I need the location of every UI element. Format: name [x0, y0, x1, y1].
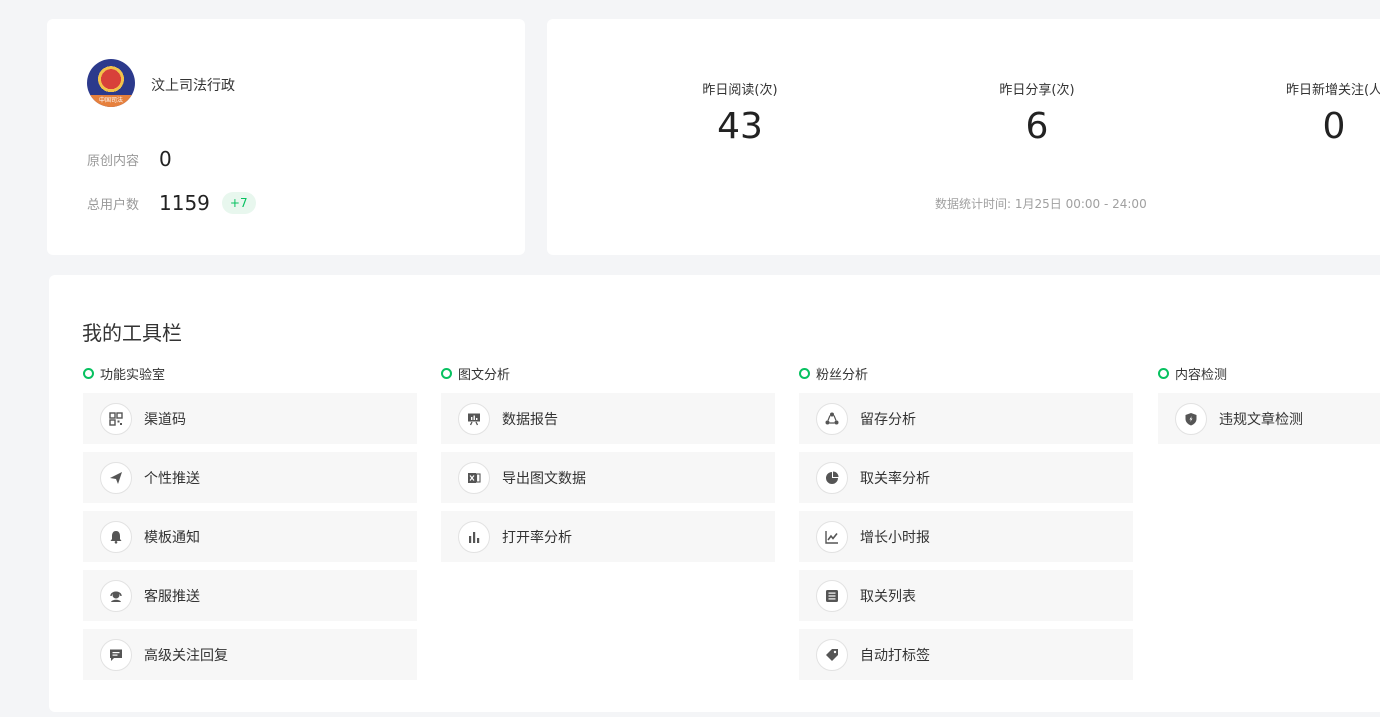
tool-label: 留存分析 — [860, 411, 916, 428]
total-users-value: 1159 — [159, 191, 210, 215]
tool-group-title: 功能实验室 — [100, 367, 166, 383]
tool-export-article-data[interactable]: 导出图文数据 — [441, 452, 775, 503]
tool-label: 增长小时报 — [860, 529, 930, 546]
group-dot-icon — [1158, 367, 1169, 379]
tool-label: 取关列表 — [860, 588, 916, 605]
stat-reads-value: 43 — [717, 106, 763, 147]
tool-retention-analysis[interactable]: 留存分析 — [799, 393, 1133, 444]
group-dot-icon — [799, 367, 810, 379]
group-dot-icon — [83, 367, 94, 379]
stat-shares: 昨日分享(次) 6 — [937, 79, 1137, 147]
pie-chart-icon — [816, 461, 848, 494]
stats-time-note: 数据统计时间: 1月25日 00:00 - 24:00 — [935, 197, 1147, 211]
tool-channel-code[interactable]: 渠道码 — [83, 393, 417, 444]
original-content-metric: 原创内容 0 — [87, 147, 172, 171]
toolbar-title: 我的工具栏 — [82, 321, 182, 345]
tool-violation-article-check[interactable]: 违规文章检测 — [1158, 393, 1380, 444]
group-dot-icon — [441, 367, 452, 379]
excel-icon — [458, 461, 490, 494]
tool-label: 客服推送 — [144, 588, 200, 605]
tool-group-header: 功能实验室 — [83, 365, 417, 383]
tool-label: 模板通知 — [144, 529, 200, 546]
tool-label: 个性推送 — [144, 470, 200, 487]
tool-unfollow-list[interactable]: 取关列表 — [799, 570, 1133, 621]
account-profile-card: 中国司法 汶上司法行政 原创内容 0 总用户数 1159 +7 — [47, 19, 525, 255]
tool-label: 自动打标签 — [860, 647, 930, 664]
tool-open-rate-analysis[interactable]: 打开率分析 — [441, 511, 775, 562]
stat-shares-value: 6 — [1025, 106, 1049, 147]
tool-group-article-analysis: 图文分析 数据报告 导出图文数据 打开率分析 — [441, 365, 775, 570]
tag-icon — [816, 638, 848, 671]
total-users-metric: 总用户数 1159 +7 — [87, 191, 256, 215]
qr-code-icon — [100, 402, 132, 435]
tool-group-header: 图文分析 — [441, 365, 775, 383]
tool-group-title: 内容检测 — [1175, 367, 1228, 383]
tool-group-header: 内容检测 — [1158, 365, 1380, 383]
tool-personalized-push[interactable]: 个性推送 — [83, 452, 417, 503]
tool-hourly-growth-report[interactable]: 增长小时报 — [799, 511, 1133, 562]
tool-label: 取关率分析 — [860, 470, 930, 487]
bell-icon — [100, 520, 132, 553]
my-toolbar-card: 我的工具栏 功能实验室 渠道码 个性推送 模板通知 客服推送 高级关注回复 图文… — [49, 275, 1380, 712]
tool-label: 数据报告 — [502, 411, 558, 428]
tool-label: 高级关注回复 — [144, 647, 228, 664]
paper-plane-icon — [100, 461, 132, 494]
tool-unfollow-rate-analysis[interactable]: 取关率分析 — [799, 452, 1133, 503]
shield-icon — [1175, 402, 1207, 435]
account-name: 汶上司法行政 — [151, 78, 235, 94]
tool-group-title: 粉丝分析 — [816, 367, 869, 383]
tool-advanced-follow-reply[interactable]: 高级关注回复 — [83, 629, 417, 680]
cycle-icon — [816, 402, 848, 435]
tool-label: 渠道码 — [144, 411, 186, 428]
tool-data-report[interactable]: 数据报告 — [441, 393, 775, 444]
tool-label: 导出图文数据 — [502, 470, 586, 487]
chat-icon — [100, 638, 132, 671]
total-users-label: 总用户数 — [87, 197, 140, 213]
headset-icon — [100, 579, 132, 612]
line-chart-icon — [816, 520, 848, 553]
account-avatar[interactable]: 中国司法 — [87, 59, 135, 107]
tool-group-header: 粉丝分析 — [799, 365, 1133, 383]
tool-template-notice[interactable]: 模板通知 — [83, 511, 417, 562]
stat-reads-label: 昨日阅读(次) — [702, 83, 778, 98]
list-icon — [816, 579, 848, 612]
tool-group-fans-analysis: 粉丝分析 留存分析 取关率分析 增长小时报 取关列表 自动打标签 — [799, 365, 1133, 688]
stat-shares-label: 昨日分享(次) — [999, 83, 1075, 98]
tool-group-lab: 功能实验室 渠道码 个性推送 模板通知 客服推送 高级关注回复 — [83, 365, 417, 688]
stat-reads: 昨日阅读(次) 43 — [640, 79, 840, 147]
original-content-value: 0 — [159, 147, 172, 171]
yesterday-stats-card: 昨日阅读(次) 43 昨日分享(次) 6 昨日新增关注(人 0 数据统计时间: … — [547, 19, 1380, 255]
bar-chart-icon — [458, 520, 490, 553]
tool-customer-service-push[interactable]: 客服推送 — [83, 570, 417, 621]
avatar-badge-text: 中国司法 — [87, 95, 135, 107]
tool-label: 违规文章检测 — [1219, 411, 1303, 428]
stat-new-follows-value: 0 — [1322, 106, 1346, 147]
tool-group-content-check: 内容检测 违规文章检测 — [1158, 365, 1380, 452]
tool-auto-tagging[interactable]: 自动打标签 — [799, 629, 1133, 680]
presentation-icon — [458, 402, 490, 435]
stat-new-follows-label: 昨日新增关注(人 — [1285, 83, 1380, 98]
tool-label: 打开率分析 — [502, 529, 572, 546]
stat-new-follows: 昨日新增关注(人 0 — [1234, 79, 1380, 147]
original-content-label: 原创内容 — [87, 153, 140, 169]
tool-group-title: 图文分析 — [458, 367, 511, 383]
users-delta-badge: +7 — [221, 192, 256, 214]
